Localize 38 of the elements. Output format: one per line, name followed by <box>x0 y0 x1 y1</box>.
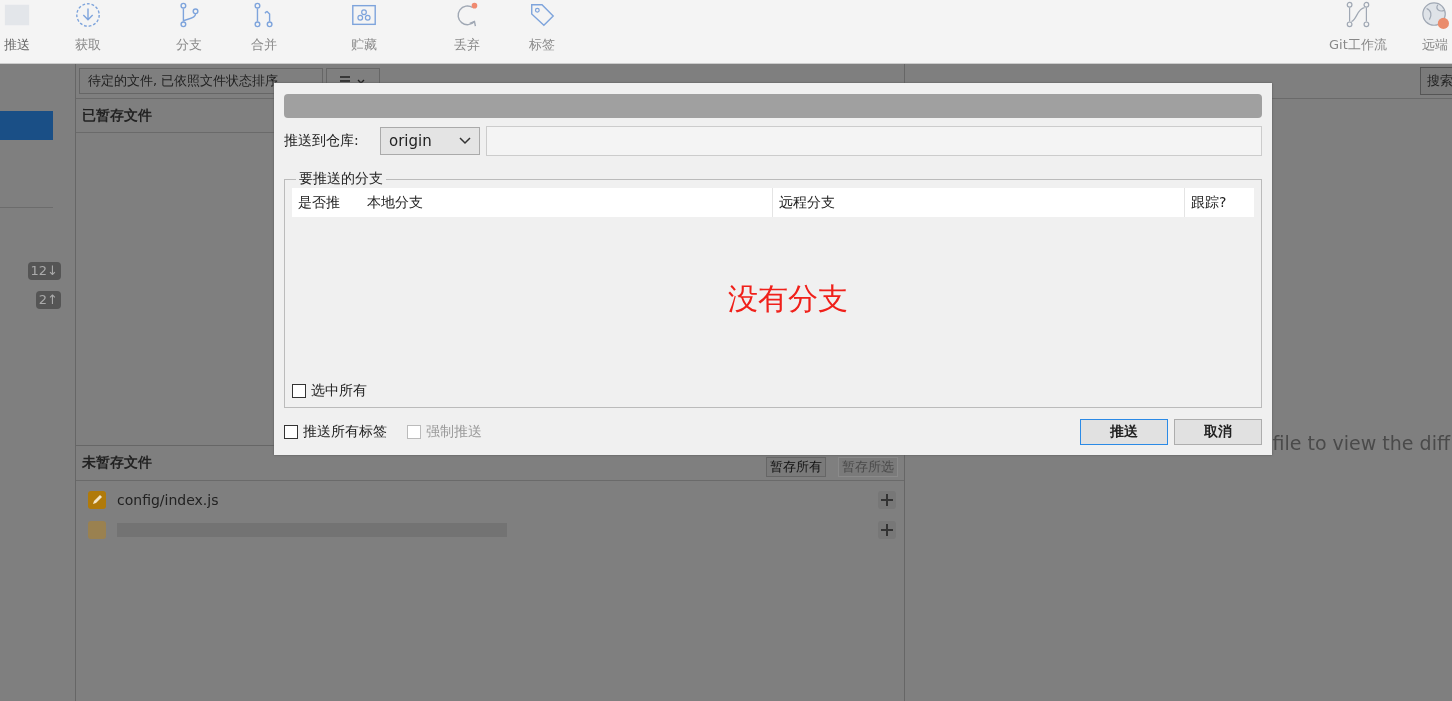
pencil-icon <box>88 491 106 509</box>
toolbar-button[interactable]: 合并 <box>247 0 282 54</box>
group-title: 要推送的分支 <box>298 170 384 188</box>
dialog-button[interactable]: 取消 <box>1174 419 1262 445</box>
chevron-icon <box>459 137 471 145</box>
repo-label: 推送到仓库: <box>284 132 360 150</box>
toolbar-button[interactable]: 贮藏 <box>347 0 381 54</box>
dialog-button[interactable]: 推送 <box>1080 419 1168 445</box>
panel-title: 未暂存文件 <box>82 454 152 472</box>
plus-icon[interactable] <box>878 521 896 539</box>
toolbar-button[interactable]: 分支 <box>172 0 206 54</box>
panel-title: 已暂存文件 <box>82 106 152 125</box>
empty-note: 没有分支 <box>728 280 848 318</box>
stage-button[interactable]: 暂存所有 <box>766 457 826 477</box>
repo-select[interactable]: origin <box>380 127 480 155</box>
column-header: 本地分支 <box>366 193 424 212</box>
column-header: 跟踪? <box>1184 188 1254 217</box>
toolbar-button[interactable]: 推送 <box>0 0 34 54</box>
plus-icon[interactable] <box>878 491 896 509</box>
count-badge: 12↓ <box>27 262 61 280</box>
selection-highlight <box>0 111 53 140</box>
toolbar-button[interactable]: 标签 <box>525 0 559 54</box>
download-icon <box>73 1 102 29</box>
file-status-icon <box>88 521 106 539</box>
toolbar-button[interactable]: 远端 <box>1418 0 1452 54</box>
search-button[interactable]: 搜索 <box>1420 67 1452 95</box>
tag-icon <box>528 1 557 29</box>
column-header: 是否推 <box>297 193 341 212</box>
url-field[interactable] <box>486 126 1262 156</box>
select-all-checkbox[interactable]: 选中所有 <box>292 382 1254 400</box>
toolbar-button[interactable]: 获取 <box>71 0 105 54</box>
column-header: 远程分支 <box>772 188 1184 217</box>
count-badge: 2↑ <box>35 291 61 309</box>
toolbar-button[interactable]: 丢弃 <box>450 0 484 54</box>
toolbar-button[interactable]: Git工作流 <box>1328 0 1387 54</box>
file-name[interactable]: config/index.js <box>117 492 219 508</box>
globe-icon <box>1421 1 1450 29</box>
option-checkbox[interactable]: 推送所有标签 <box>284 423 387 441</box>
